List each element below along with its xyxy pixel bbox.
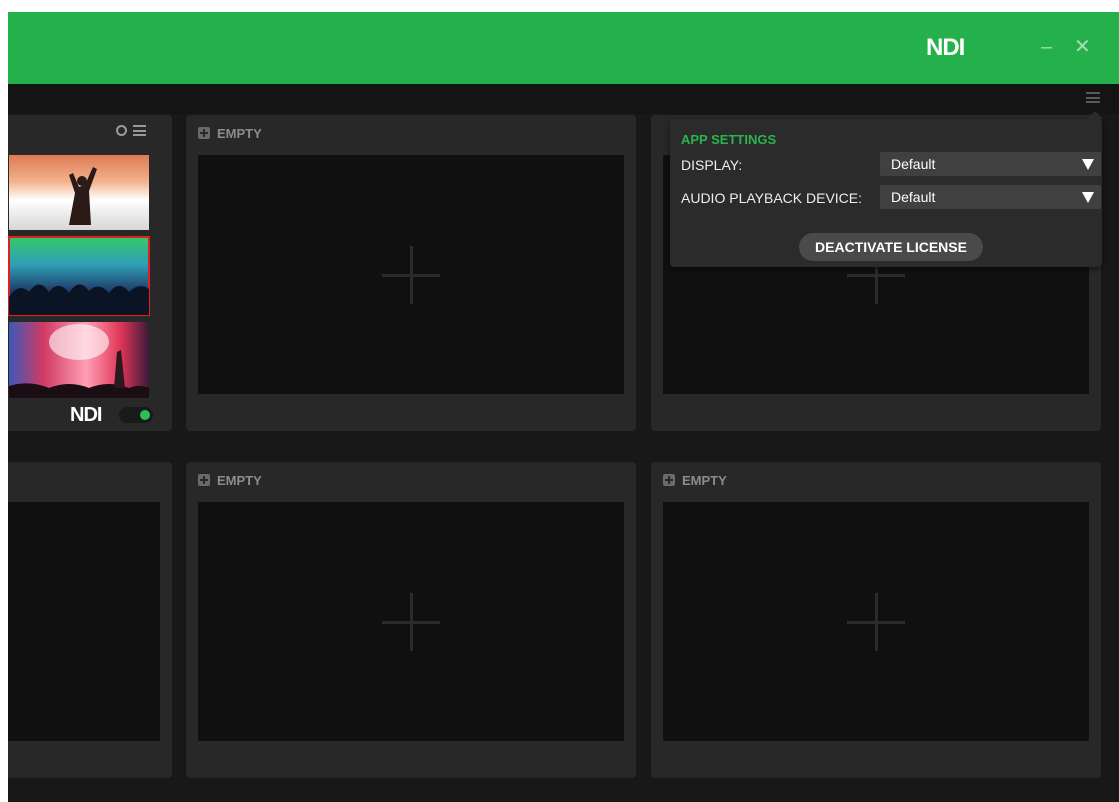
settings-pointer (1087, 111, 1103, 119)
title-bar: NDI – ✕ (8, 12, 1119, 84)
video-panel-bottom-right: EMPTY (651, 462, 1101, 778)
empty-video-slot[interactable] (8, 502, 160, 741)
panel-header[interactable]: EMPTY (198, 125, 262, 141)
deactivate-license-button[interactable]: DEACTIVATE LICENSE (799, 233, 983, 261)
empty-video-slot[interactable] (663, 502, 1089, 741)
video-panel-top-middle: EMPTY (186, 115, 636, 431)
audio-playback-select[interactable]: Default (880, 185, 1101, 209)
hamburger-menu-icon[interactable] (1086, 92, 1100, 103)
toggle-knob (140, 410, 150, 420)
menu-bar (8, 84, 1119, 114)
add-source-plus-icon (382, 245, 440, 304)
app-window: NDI – ✕ NDI EMPTY EMPTY EMPTY APP SETTIN… (8, 12, 1119, 802)
plus-icon (198, 127, 210, 139)
ndi-logo: NDI (926, 34, 965, 61)
add-source-plus-icon (382, 592, 440, 651)
display-select-value: Default (891, 156, 936, 172)
app-settings-panel: APP SETTINGS DISPLAY: Default AUDIO PLAY… (670, 111, 1103, 267)
chevron-down-icon (1082, 192, 1094, 203)
source-panel: NDI (8, 115, 172, 431)
refresh-icon[interactable] (116, 125, 127, 136)
close-button[interactable]: ✕ (1074, 36, 1091, 58)
panel-header-label: EMPTY (217, 472, 262, 488)
source-panel-icons (116, 125, 146, 136)
plus-icon (198, 474, 210, 486)
audio-select-value: Default (891, 189, 936, 205)
video-panel-bottom-middle: EMPTY (186, 462, 636, 778)
source-thumbnail-3[interactable] (9, 322, 149, 398)
minimize-button[interactable]: – (1041, 36, 1052, 58)
panel-header-label: EMPTY (682, 472, 727, 488)
display-select[interactable]: Default (880, 152, 1101, 176)
empty-video-slot[interactable] (198, 502, 624, 741)
panel-header-label: EMPTY (217, 125, 262, 141)
empty-video-slot[interactable] (198, 155, 624, 394)
source-thumbnail-2[interactable] (8, 236, 150, 316)
audio-playback-label: AUDIO PLAYBACK DEVICE: (681, 190, 863, 206)
video-panel-bottom-left (8, 462, 172, 778)
display-label: DISPLAY: (681, 157, 743, 173)
panel-header[interactable]: EMPTY (198, 472, 262, 488)
plus-icon (663, 474, 675, 486)
source-thumbnail-1[interactable] (9, 155, 149, 230)
panel-header[interactable]: EMPTY (663, 472, 727, 488)
app-settings-title: APP SETTINGS (681, 132, 777, 147)
chevron-down-icon (1082, 159, 1094, 170)
list-icon[interactable] (133, 125, 146, 136)
ndi-output-toggle[interactable] (119, 407, 153, 423)
ndi-source-logo: NDI (70, 404, 102, 426)
add-source-plus-icon (847, 592, 905, 651)
